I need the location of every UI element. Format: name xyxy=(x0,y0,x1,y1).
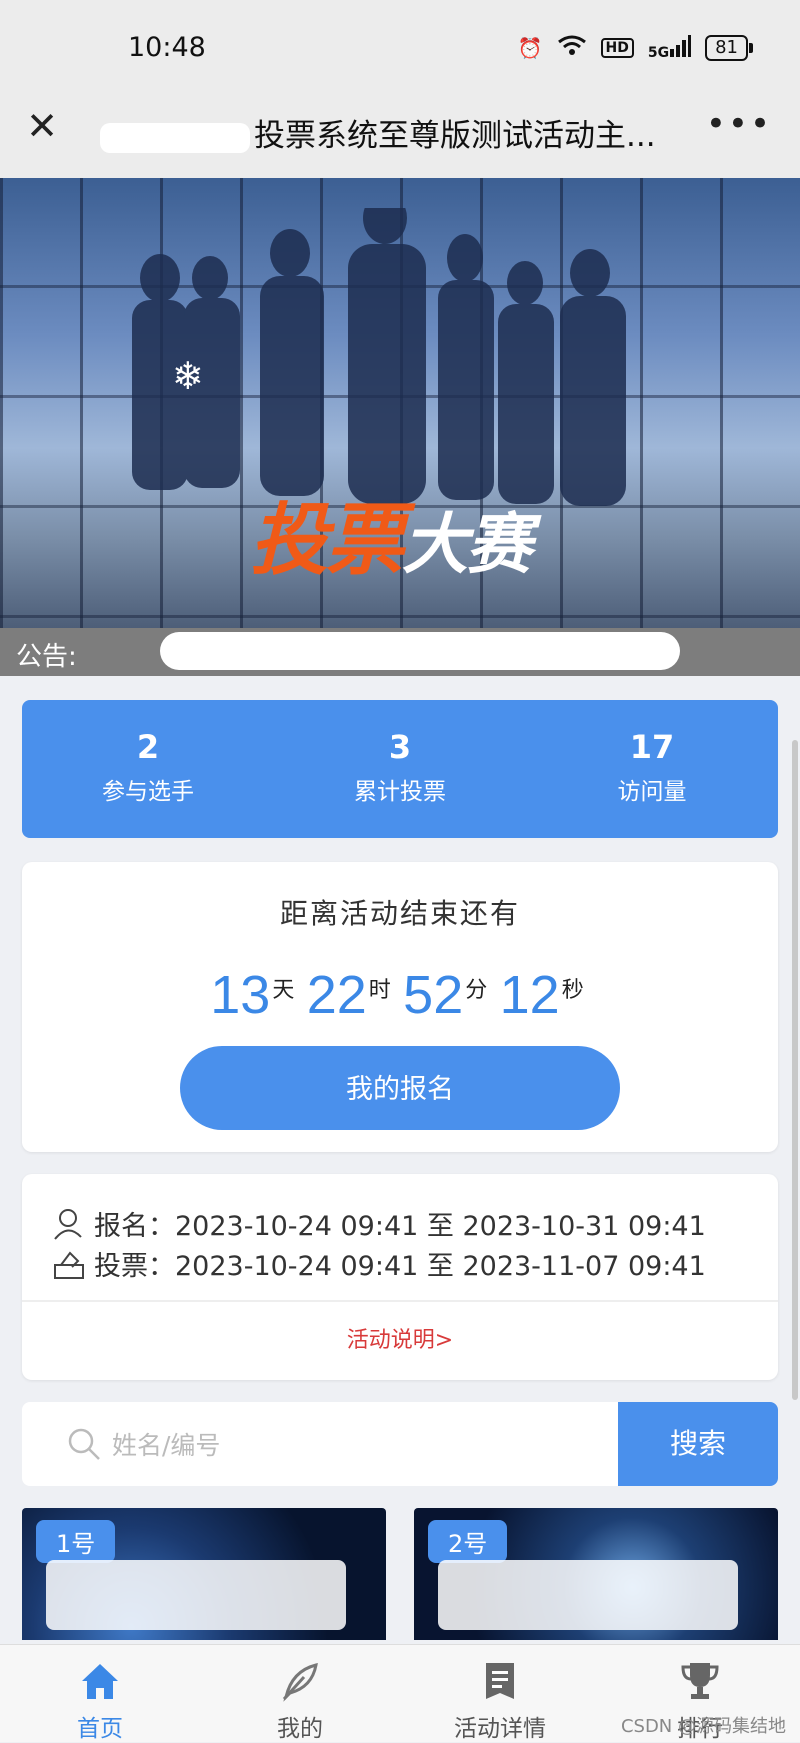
days-unit: 天 xyxy=(272,978,295,1003)
status-time: 10:48 xyxy=(128,32,206,63)
countdown-hours: 22 xyxy=(306,965,367,1025)
page-title-text: 投票系统至尊版测试活动主... xyxy=(254,118,656,154)
my-signup-button[interactable]: 我的报名 xyxy=(180,1046,620,1130)
tab-mine[interactable]: 我的 xyxy=(200,1645,400,1742)
minutes-unit: 分 xyxy=(465,978,488,1003)
redacted-block xyxy=(100,122,250,153)
tab-label: 活动详情 xyxy=(454,1716,546,1742)
notice-bar: 公告: xyxy=(0,628,800,676)
tab-label: 我的 xyxy=(277,1716,323,1742)
headline-rest: 大赛 xyxy=(402,506,532,583)
scrollbar[interactable] xyxy=(792,740,798,1400)
more-icon[interactable]: ••• xyxy=(706,104,772,144)
hours-unit: 时 xyxy=(368,978,391,1003)
stat-label: 访问量 xyxy=(617,779,687,805)
page-title: 投票系统至尊版测试活动主... xyxy=(100,110,700,155)
search-button[interactable]: 搜索 xyxy=(618,1402,778,1486)
stat-label: 参与选手 xyxy=(102,779,194,805)
tab-activity-details[interactable]: 活动详情 xyxy=(400,1645,600,1742)
activity-description-link[interactable]: 活动说明> xyxy=(22,1322,778,1354)
countdown-seconds: 12 xyxy=(499,965,560,1025)
contestant-card[interactable]: 2号 xyxy=(414,1508,778,1640)
stat-label: 累计投票 xyxy=(354,779,446,805)
watermark: CSDN @源码集结地 xyxy=(620,1716,786,1737)
contestant-card[interactable]: 1号 xyxy=(22,1508,386,1640)
divider xyxy=(22,1300,778,1302)
wifi-icon xyxy=(557,34,587,61)
banner-headline: 投票大赛 xyxy=(250,478,532,590)
home-icon xyxy=(82,1664,118,1699)
contestant-number-badge: 1号 xyxy=(36,1520,116,1563)
feather-icon xyxy=(282,1662,318,1702)
close-icon[interactable]: ✕ xyxy=(22,106,62,146)
redacted-block xyxy=(160,632,680,670)
contestant-number-badge: 2号 xyxy=(428,1520,508,1563)
battery-indicator: 81 xyxy=(705,34,753,61)
vote-period: 投票：2023-10-24 09:41 至 2023-11-07 09:41 xyxy=(52,1244,706,1283)
stat-visits: 17 访问量 xyxy=(526,700,778,838)
alarm-icon: ⏰ xyxy=(517,35,543,60)
countdown-timer: 13天 22时 52分 12秒 xyxy=(22,964,778,1026)
signup-period-text: 报名：2023-10-24 09:41 至 2023-10-31 09:41 xyxy=(94,1211,706,1242)
redacted-block xyxy=(46,1560,346,1630)
search-input[interactable] xyxy=(110,1422,554,1468)
document-icon xyxy=(486,1663,514,1699)
vote-period-text: 投票：2023-10-24 09:41 至 2023-11-07 09:41 xyxy=(94,1251,706,1282)
countdown-card: 距离活动结束还有 13天 22时 52分 12秒 我的报名 xyxy=(22,862,778,1152)
tab-home[interactable]: 首页 xyxy=(0,1645,200,1742)
stat-votes: 3 累计投票 xyxy=(274,700,526,838)
redacted-block xyxy=(438,1560,738,1630)
stats-panel: 2 参与选手 3 累计投票 17 访问量 xyxy=(22,700,778,838)
notice-label: 公告: xyxy=(16,642,77,672)
seconds-unit: 秒 xyxy=(561,978,584,1003)
signal-icon: 5G xyxy=(647,34,692,61)
trophy-icon xyxy=(681,1663,719,1699)
network-type: 5G xyxy=(647,44,670,61)
headline-main: 投票 xyxy=(250,496,404,586)
hd-icon: HD xyxy=(600,37,634,58)
stat-value: 3 xyxy=(388,728,412,766)
status-icons: ⏰ HD 5G 81 xyxy=(517,34,753,61)
countdown-days: 13 xyxy=(210,965,271,1025)
banner-image: ❄ 投票大赛 xyxy=(0,178,800,628)
signup-period: 报名：2023-10-24 09:41 至 2023-10-31 09:41 xyxy=(52,1204,706,1243)
nav-bar: ✕ 投票系统至尊版测试活动主... ••• xyxy=(0,86,800,178)
search-bar: 搜索 xyxy=(22,1402,778,1486)
countdown-heading: 距离活动结束还有 xyxy=(279,897,520,930)
search-icon xyxy=(68,1428,100,1460)
countdown-minutes: 52 xyxy=(403,965,464,1025)
ballot-icon xyxy=(54,1250,84,1279)
stat-value: 2 xyxy=(136,728,160,766)
stat-value: 17 xyxy=(629,728,675,766)
schedule-card: 报名：2023-10-24 09:41 至 2023-10-31 09:41 投… xyxy=(22,1174,778,1380)
user-icon xyxy=(54,1208,82,1240)
snowflake-icon: ❄ xyxy=(172,354,204,398)
stat-contestants: 2 参与选手 xyxy=(22,700,274,838)
tab-label: 首页 xyxy=(77,1716,123,1742)
